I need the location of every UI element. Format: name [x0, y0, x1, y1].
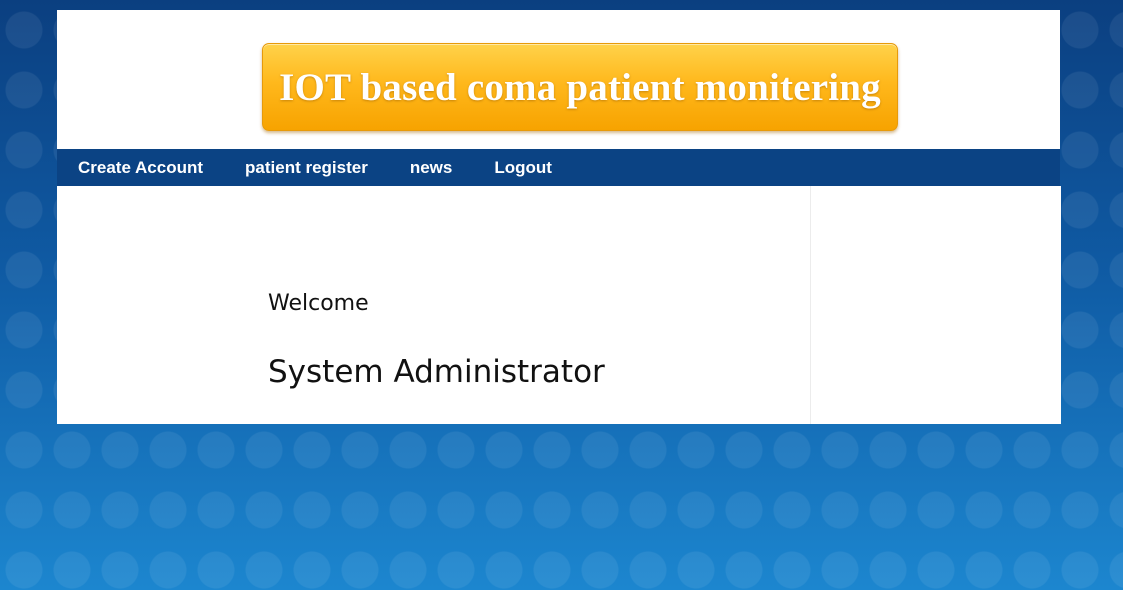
welcome-text: Welcome	[268, 291, 369, 316]
user-name: System Administrator	[268, 354, 605, 390]
nav-logout[interactable]: Logout	[494, 158, 552, 178]
banner-title: IOT based coma patient monitering	[279, 65, 881, 109]
header: IOT based coma patient monitering	[57, 10, 1060, 149]
page-container: IOT based coma patient monitering Create…	[57, 10, 1061, 424]
nav-news[interactable]: news	[410, 158, 453, 178]
title-banner: IOT based coma patient monitering	[262, 43, 898, 131]
main-navbar: Create Account patient register news Log…	[57, 149, 1060, 186]
nav-create-account[interactable]: Create Account	[78, 158, 203, 178]
nav-patient-register[interactable]: patient register	[245, 158, 368, 178]
main-content: Welcome System Administrator	[57, 186, 810, 424]
sidebar	[810, 186, 1061, 424]
